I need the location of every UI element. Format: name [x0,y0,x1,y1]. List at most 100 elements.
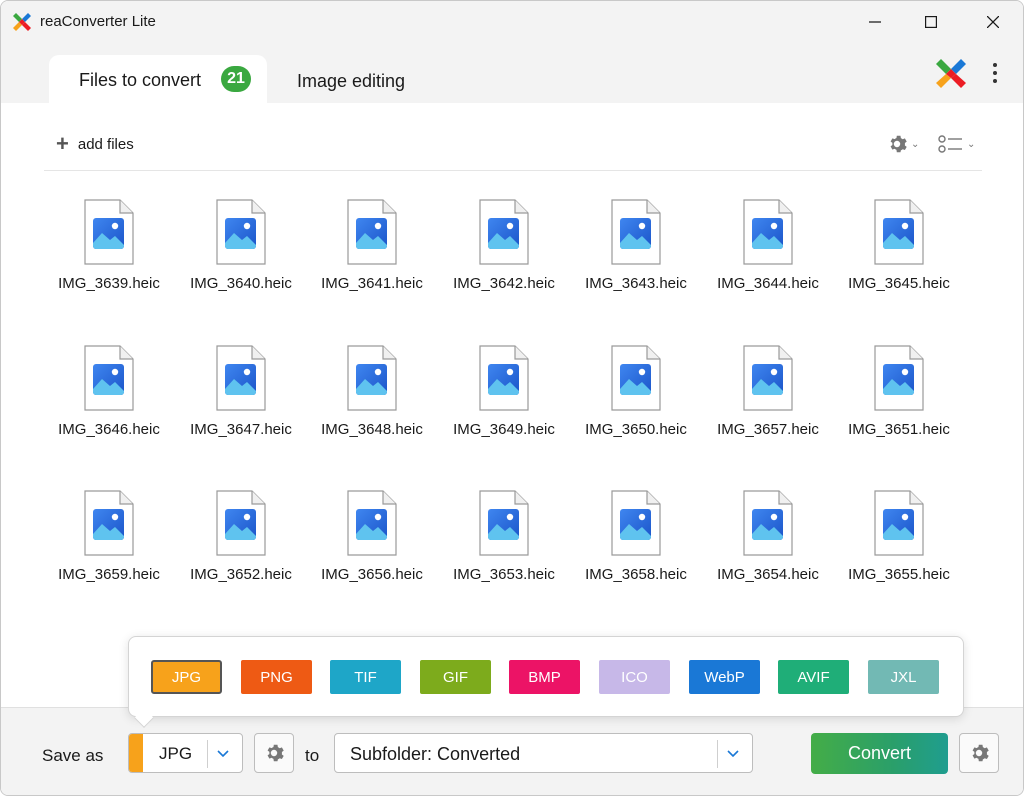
close-button[interactable] [970,1,1016,43]
close-icon [987,16,999,28]
maximize-button[interactable] [908,1,954,43]
file-name: IMG_3650.heic [585,421,687,438]
file-name: IMG_3646.heic [58,421,160,438]
file-name: IMG_3645.heic [848,275,950,292]
format-option-avif[interactable]: AVIF [778,660,849,694]
gear-icon [890,135,907,153]
format-option-webp[interactable]: WebP [689,660,760,694]
gear-icon [972,744,989,762]
format-option-gif[interactable]: GIF [420,660,491,694]
image-file-icon [216,199,266,265]
file-item[interactable]: IMG_3644.heic [703,196,833,306]
output-format-value: JPG [159,744,193,763]
file-item[interactable]: IMG_3646.heic [44,342,174,452]
maximize-icon [925,16,937,28]
image-file-icon [347,199,397,265]
minimize-button[interactable] [852,1,898,43]
file-item[interactable]: IMG_3651.heic [834,342,964,452]
file-item[interactable]: IMG_3647.heic [176,342,306,452]
image-file-icon [84,490,134,556]
chevron-down-icon: ⌄ [967,138,976,150]
file-name: IMG_3657.heic [717,421,819,438]
bottom-bar: Save as JPG to Subfolder: Converted Conv… [1,707,1023,795]
file-name: IMG_3639.heic [58,275,160,292]
image-file-icon [84,199,134,265]
file-name: IMG_3658.heic [585,566,687,583]
output-format-select[interactable]: JPG [128,733,243,773]
app-logo-icon [13,13,31,31]
file-item[interactable]: IMG_3658.heic [571,487,701,597]
file-name: IMG_3655.heic [848,566,950,583]
image-file-icon [611,490,661,556]
image-file-icon [611,345,661,411]
file-item[interactable]: IMG_3648.heic [307,342,437,452]
tab-label: Image editing [297,71,406,91]
file-item[interactable]: IMG_3642.heic [439,196,569,306]
file-item[interactable]: IMG_3650.heic [571,342,701,452]
gear-icon [267,744,284,762]
file-name: IMG_3651.heic [848,421,950,438]
file-name: IMG_3656.heic [321,566,423,583]
minimize-icon [869,21,881,23]
file-count-badge: 21 [221,66,251,92]
file-item[interactable]: IMG_3649.heic [439,342,569,452]
app-title: reaConverter Lite [40,13,156,30]
file-name: IMG_3647.heic [190,421,292,438]
file-item[interactable]: IMG_3639.heic [44,196,174,306]
image-file-icon [874,345,924,411]
tab-files-to-convert[interactable]: Files to convert 21 [49,55,267,103]
format-option-jpg[interactable]: JPG [151,660,222,694]
convert-settings-button[interactable] [959,733,999,773]
format-settings-button[interactable] [254,733,294,773]
destination-value: Subfolder: Converted [350,744,521,764]
file-name: IMG_3643.heic [585,275,687,292]
image-file-icon [479,345,529,411]
file-name: IMG_3648.heic [321,421,423,438]
file-item[interactable]: IMG_3643.heic [571,196,701,306]
to-label: to [305,746,320,765]
file-item[interactable]: IMG_3659.heic [44,487,174,597]
image-file-icon [347,490,397,556]
tab-strip: Files to convert 21 Image editing [1,43,1023,103]
tab-label: Files to convert [79,70,202,90]
convert-button[interactable]: Convert [811,733,948,774]
chevron-down-icon: ⌄ [911,138,920,150]
format-option-ico[interactable]: ICO [599,660,670,694]
format-color-accent [129,734,143,772]
file-name: IMG_3649.heic [453,421,555,438]
list-view-icon [938,135,962,153]
more-options-icon[interactable] [985,59,1005,87]
file-item[interactable]: IMG_3641.heic [307,196,437,306]
file-item[interactable]: IMG_3652.heic [176,487,306,597]
image-file-icon [216,345,266,411]
image-file-icon [874,199,924,265]
file-item[interactable]: IMG_3645.heic [834,196,964,306]
plus-icon: + [56,131,69,156]
format-option-bmp[interactable]: BMP [509,660,580,694]
add-files-button[interactable]: + add files [56,133,134,155]
add-files-label: add files [77,135,134,153]
tab-image-editing[interactable]: Image editing [281,67,421,97]
format-option-tif[interactable]: TIF [330,660,401,694]
image-file-icon [216,490,266,556]
file-name: IMG_3642.heic [453,275,555,292]
format-picker-popup: JPG PNG TIF GIF BMP ICO WebP AVIF JXL [128,636,964,717]
file-item[interactable]: IMG_3653.heic [439,487,569,597]
file-item[interactable]: IMG_3640.heic [176,196,306,306]
view-mode-button[interactable]: ⌄ [938,131,980,157]
file-item[interactable]: IMG_3656.heic [307,487,437,597]
file-item[interactable]: IMG_3657.heic [703,342,833,452]
file-name: IMG_3653.heic [453,566,555,583]
file-settings-button[interactable]: ⌄ [886,131,926,157]
destination-select[interactable]: Subfolder: Converted [334,733,753,773]
image-file-icon [84,345,134,411]
file-toolbar: + add files ⌄ ⌄ [44,121,982,171]
image-file-icon [743,490,793,556]
brand-logo-icon[interactable] [933,55,969,91]
format-option-png[interactable]: PNG [241,660,312,694]
file-item[interactable]: IMG_3655.heic [834,487,964,597]
file-name: IMG_3641.heic [321,275,423,292]
image-file-icon [611,199,661,265]
format-option-jxl[interactable]: JXL [868,660,939,694]
file-item[interactable]: IMG_3654.heic [703,487,833,597]
